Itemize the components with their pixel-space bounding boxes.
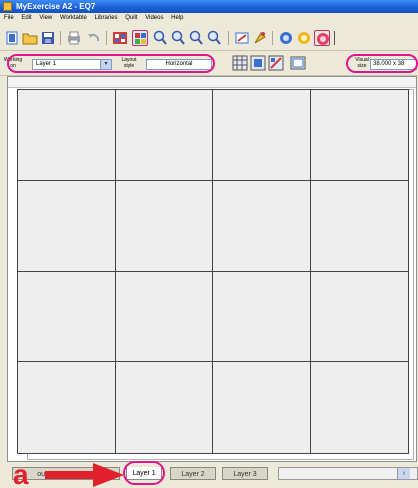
toolbar-separator: [228, 31, 229, 45]
toolbar-separator: [272, 31, 273, 45]
quilt-block[interactable]: [310, 362, 408, 453]
menu-worktable[interactable]: Worktable: [60, 15, 87, 21]
adjust-tool-icon[interactable]: [252, 30, 268, 46]
menu-edit[interactable]: Edit: [21, 15, 31, 21]
zoom-fit-icon[interactable]: [188, 30, 204, 46]
menu-file[interactable]: File: [4, 15, 14, 21]
quilt-block[interactable]: [213, 180, 311, 272]
quilt-block[interactable]: [310, 180, 408, 272]
quilt-block[interactable]: [18, 271, 116, 363]
quilt-block[interactable]: [18, 362, 116, 453]
toolbar-separator: [334, 31, 335, 45]
horizontal-ruler: [8, 77, 416, 88]
menu-videos[interactable]: Videos: [145, 15, 163, 21]
quilt-block[interactable]: [115, 90, 213, 181]
toolbar-separator: [60, 31, 61, 45]
menu-bar: File Edit View Worktable Libraries Quilt…: [0, 13, 418, 24]
new-icon[interactable]: [4, 30, 20, 46]
color-palette-icon[interactable]: [132, 30, 148, 46]
pink-circle-icon[interactable]: [314, 30, 330, 46]
window-title: MyExercise A2 - EQ7: [16, 2, 96, 11]
toolbar-separator: [106, 31, 107, 45]
symmetry-layout-icon[interactable]: [268, 55, 284, 71]
highlight-ellipse: [7, 54, 215, 73]
options-bar: Working on Layer 1 ▾ Layout style Horizo…: [0, 51, 418, 76]
tab-layer-2[interactable]: Layer 2: [170, 467, 216, 480]
title-bar: MyExercise A2 - EQ7: [0, 0, 418, 13]
quilt-block[interactable]: [310, 90, 408, 181]
quilt-block[interactable]: [115, 180, 213, 272]
quilt-block[interactable]: [213, 362, 311, 453]
app-icon: [3, 2, 12, 11]
edit-quilt-icon[interactable]: [234, 30, 250, 46]
zoom-in-icon[interactable]: [152, 30, 168, 46]
print-icon[interactable]: [66, 30, 82, 46]
zoom-page-icon[interactable]: [206, 30, 222, 46]
menu-libraries[interactable]: Libraries: [95, 15, 118, 21]
highlight-ellipse: [346, 54, 418, 73]
zoom-out-icon[interactable]: [170, 30, 186, 46]
quilt-block[interactable]: [18, 180, 116, 272]
menu-help[interactable]: Help: [171, 15, 183, 21]
tab-layer-3[interactable]: Layer 3: [222, 467, 268, 480]
annotation-arrow-icon: [45, 463, 124, 487]
yellow-circle-icon[interactable]: [296, 30, 312, 46]
fit-layout-icon[interactable]: [250, 55, 266, 71]
horizontal-scrollbar[interactable]: ‹: [278, 467, 418, 480]
quilt-block[interactable]: [213, 271, 311, 363]
quilt-block[interactable]: [18, 90, 116, 181]
open-icon[interactable]: [22, 30, 38, 46]
quilt-block[interactable]: [213, 90, 311, 181]
grid-layout-icon[interactable]: [232, 55, 248, 71]
layout-options-icon[interactable]: [290, 55, 306, 71]
save-icon[interactable]: [40, 30, 56, 46]
highlight-ellipse: [123, 461, 165, 485]
undo-icon[interactable]: [86, 30, 102, 46]
quilt-block[interactable]: [115, 271, 213, 363]
scroll-left-icon[interactable]: ‹: [397, 468, 410, 479]
sketchbook-icon[interactable]: [112, 30, 128, 46]
menu-view[interactable]: View: [39, 15, 52, 21]
annotation-letter: a: [13, 459, 29, 488]
eq7-window: MyExercise A2 - EQ7 File Edit View Workt…: [0, 0, 418, 488]
quilt-block[interactable]: [115, 362, 213, 453]
quilt-block[interactable]: [310, 271, 408, 363]
blue-circle-icon[interactable]: [278, 30, 294, 46]
main-toolbar: [0, 26, 418, 51]
quilt-block-grid: [17, 89, 409, 454]
menu-quilt[interactable]: Quilt: [125, 15, 137, 21]
